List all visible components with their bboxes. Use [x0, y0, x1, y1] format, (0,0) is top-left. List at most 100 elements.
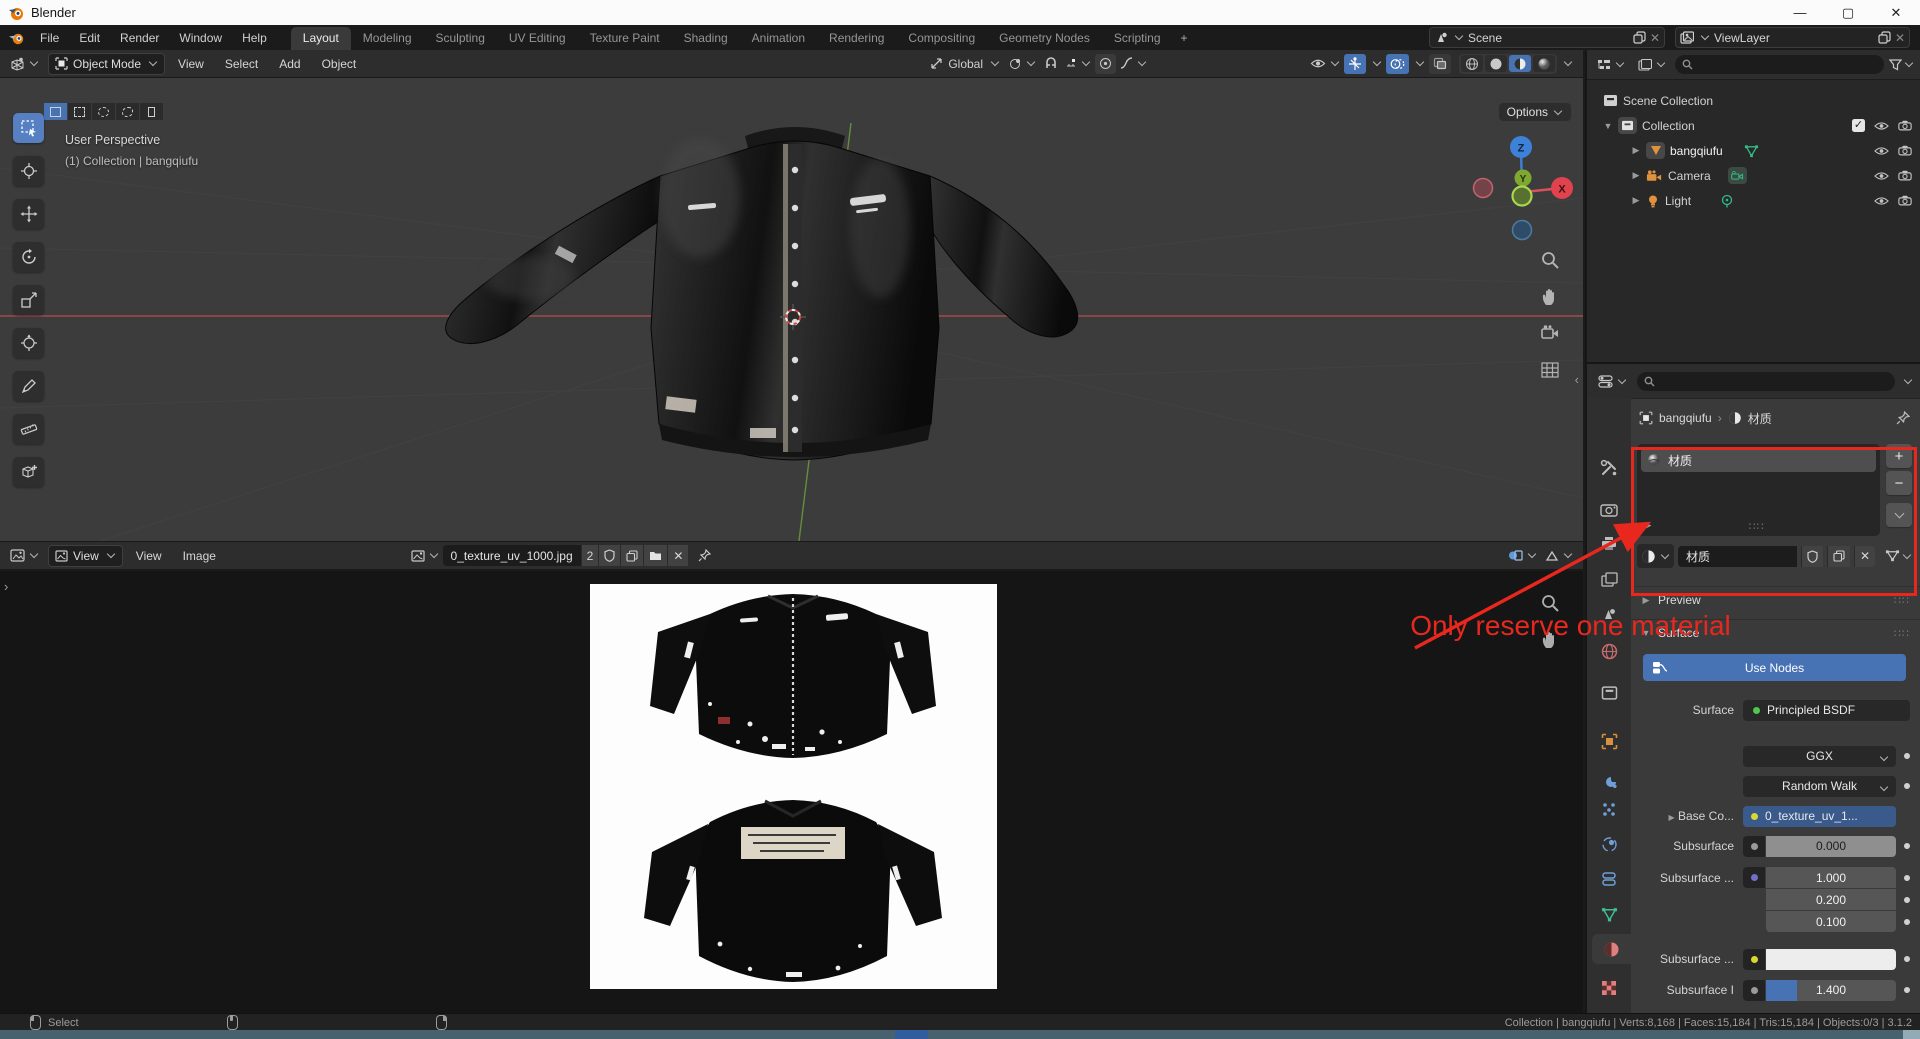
- material-name-field[interactable]: 材质: [1678, 546, 1797, 567]
- camera-view-button[interactable]: [1540, 324, 1560, 342]
- viewport-3d[interactable]: User Perspective (1) Collection | bangqi…: [0, 78, 1583, 541]
- expand-arrow-icon[interactable]: ▶: [1631, 195, 1641, 206]
- fake-user-button[interactable]: [598, 545, 620, 566]
- remove-viewlayer-icon[interactable]: ✕: [1895, 31, 1905, 45]
- minimize-button[interactable]: —: [1776, 0, 1824, 25]
- tab-object-data[interactable]: [1587, 899, 1631, 929]
- subsurface-ior-field[interactable]: 1.400: [1766, 980, 1896, 1001]
- distribution-dropdown[interactable]: GGX: [1743, 746, 1896, 767]
- outliner-search-input[interactable]: [1675, 55, 1884, 74]
- tab-shading[interactable]: Shading: [672, 27, 740, 50]
- ior-socket[interactable]: [1743, 980, 1765, 1001]
- animate-dot[interactable]: [1904, 919, 1910, 925]
- image-browse-dropdown[interactable]: [407, 546, 443, 566]
- use-nodes-button[interactable]: Use Nodes: [1643, 654, 1906, 681]
- tab-sculpting[interactable]: Sculpting: [424, 27, 497, 50]
- outliner-row-collection[interactable]: ▼ Collection ✓: [1587, 113, 1920, 138]
- select-circle-button[interactable]: [92, 103, 115, 120]
- image-editor-type-button[interactable]: [6, 546, 43, 566]
- vp-menu-select[interactable]: Select: [217, 57, 266, 71]
- section-grip[interactable]: ∷∷: [1894, 627, 1910, 640]
- toggle-perspective-button[interactable]: [1540, 361, 1560, 379]
- tool-rotate[interactable]: [13, 242, 44, 272]
- menu-edit[interactable]: Edit: [69, 27, 110, 50]
- options-button[interactable]: Options: [1499, 103, 1571, 121]
- shading-solid-button[interactable]: [1485, 55, 1507, 72]
- subsurface-value-slider[interactable]: 0.000: [1766, 836, 1896, 857]
- snap-toggle[interactable]: [1040, 54, 1061, 74]
- tool-scale[interactable]: [13, 285, 44, 315]
- gizmo-z-neg-axis[interactable]: [1513, 221, 1532, 240]
- shading-rendered-button[interactable]: [1533, 55, 1555, 72]
- gizmos-toggle[interactable]: [1344, 54, 1366, 74]
- new-image-button[interactable]: [620, 545, 643, 566]
- collection-checkbox[interactable]: ✓: [1852, 119, 1865, 132]
- breadcrumb-data[interactable]: 材质: [1748, 410, 1772, 427]
- surface-shader-button[interactable]: Principled BSDF: [1743, 700, 1910, 721]
- tab-physics[interactable]: [1587, 829, 1631, 859]
- new-material-button[interactable]: [1827, 546, 1850, 567]
- tab-compositing[interactable]: Compositing: [896, 27, 987, 50]
- open-image-button[interactable]: [643, 545, 667, 566]
- select-extra-button[interactable]: [140, 103, 163, 120]
- select-lasso-button[interactable]: [116, 103, 139, 120]
- subsurface-color-swatch[interactable]: [1766, 949, 1896, 970]
- image-users-count[interactable]: 2: [581, 545, 599, 566]
- tool-transform[interactable]: [13, 328, 44, 358]
- preview-section-header[interactable]: ▶ Preview ∷∷: [1631, 586, 1920, 613]
- tab-view-layer[interactable]: [1587, 564, 1631, 594]
- tool-annotate[interactable]: [13, 371, 44, 401]
- pivot-point-dropdown[interactable]: [1004, 54, 1040, 74]
- hide-eye-icon[interactable]: [1874, 171, 1889, 181]
- tool-select-box[interactable]: [13, 113, 44, 143]
- outliner-filter-dropdown[interactable]: [1634, 55, 1670, 75]
- tab-output[interactable]: [1587, 528, 1631, 558]
- animate-dot[interactable]: [1904, 875, 1910, 881]
- img-menu-image[interactable]: Image: [175, 549, 224, 563]
- chevron-down-icon[interactable]: [1904, 375, 1912, 383]
- tab-modeling[interactable]: Modeling: [351, 27, 424, 50]
- outliner-display-mode-dropdown[interactable]: [1593, 55, 1629, 75]
- viewlayer-selector[interactable]: ViewLayer ✕: [1675, 27, 1910, 48]
- animate-dot[interactable]: [1904, 843, 1910, 849]
- breadcrumb-object[interactable]: bangqiufu: [1659, 411, 1712, 425]
- tool-add-cube[interactable]: [13, 457, 44, 487]
- pan-view-button[interactable]: [1540, 287, 1560, 307]
- gizmos-dropdown[interactable]: [1366, 54, 1386, 74]
- zoom-view-button[interactable]: [1540, 250, 1560, 270]
- new-viewlayer-icon[interactable]: [1878, 31, 1891, 44]
- add-workspace-button[interactable]: +: [1173, 27, 1196, 50]
- animate-dot[interactable]: [1904, 753, 1910, 759]
- material-nodes-dropdown[interactable]: [1885, 549, 1912, 563]
- pin-button[interactable]: [698, 549, 711, 562]
- display-channels-dropdown[interactable]: [1541, 546, 1577, 566]
- scene-selector[interactable]: Scene ✕: [1429, 27, 1665, 48]
- tab-layout[interactable]: Layout: [291, 27, 351, 50]
- material-specials-button[interactable]: [1886, 503, 1912, 527]
- outliner-row-bangqiufu[interactable]: ▶ bangqiufu: [1587, 138, 1920, 163]
- menu-file[interactable]: File: [30, 27, 69, 50]
- material-slot-list[interactable]: 材质 ▶ ∷∷: [1637, 444, 1880, 536]
- tab-render[interactable]: [1587, 495, 1631, 525]
- pin-id-button[interactable]: [1896, 411, 1910, 425]
- select-tweak-button[interactable]: [44, 103, 67, 120]
- shading-wireframe-button[interactable]: [1461, 55, 1483, 72]
- subsurface-method-dropdown[interactable]: Random Walk: [1743, 776, 1896, 797]
- unlink-scene-icon[interactable]: ✕: [1650, 31, 1660, 45]
- add-material-slot-button[interactable]: +: [1886, 444, 1912, 468]
- image-overlay-toggle[interactable]: [1504, 546, 1541, 566]
- unlink-image-button[interactable]: ✕: [667, 545, 688, 566]
- material-slot-item[interactable]: 材质: [1641, 448, 1876, 472]
- hide-eye-icon[interactable]: [1874, 146, 1889, 156]
- vp-menu-object[interactable]: Object: [314, 57, 365, 71]
- tool-cursor[interactable]: [13, 156, 44, 186]
- menu-render[interactable]: Render: [110, 27, 169, 50]
- image-name-field[interactable]: 0_texture_uv_1000.jpg: [443, 545, 581, 566]
- image-editor-canvas[interactable]: ›: [0, 571, 1583, 1015]
- tab-object[interactable]: [1587, 726, 1631, 756]
- gizmo-x-neg-axis[interactable]: [1474, 179, 1493, 198]
- tab-tool[interactable]: [1587, 453, 1631, 483]
- outliner-filter-button[interactable]: [1889, 59, 1914, 71]
- outliner-row-camera[interactable]: ▶ Camera: [1587, 163, 1920, 188]
- proportional-falloff-dropdown[interactable]: [1116, 54, 1151, 74]
